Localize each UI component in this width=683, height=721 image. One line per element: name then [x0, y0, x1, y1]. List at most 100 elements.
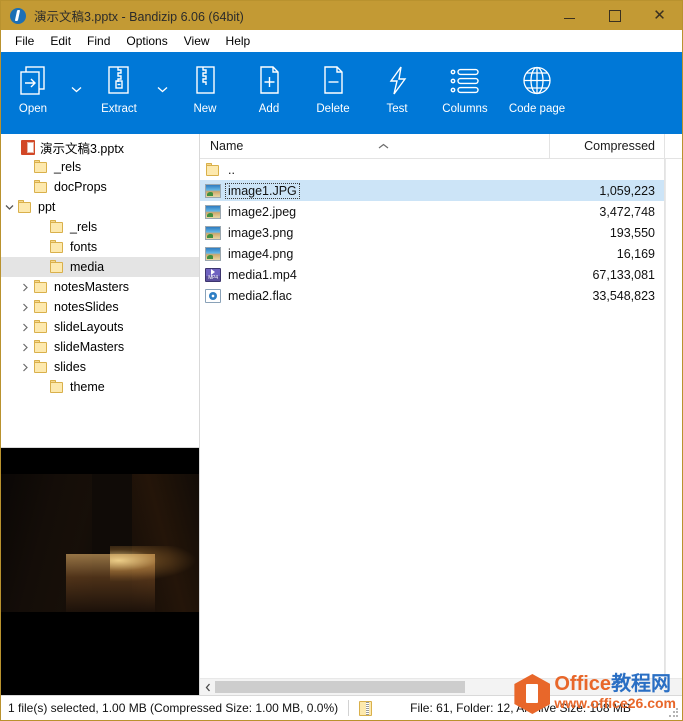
main-toolbar: Open Extract — [1, 52, 682, 134]
file-list-panel: Name Compressed .. — [200, 134, 682, 695]
file-list-vertical-scrollbar[interactable] — [665, 159, 682, 678]
delete-file-icon — [316, 61, 350, 101]
table-row[interactable]: image4.png 16,169 — [200, 243, 664, 264]
tree-item-media[interactable]: media — [1, 257, 199, 277]
tree-item-label: slideLayouts — [54, 320, 124, 334]
tree-item-docprops[interactable]: docProps — [1, 177, 199, 197]
toolbar-codepage-button[interactable]: Code page — [501, 56, 573, 115]
column-header-name[interactable]: Name — [200, 134, 550, 158]
tree-item-notesmasters[interactable]: notesMasters — [1, 277, 199, 297]
chevron-right-icon[interactable] — [17, 297, 33, 317]
chevron-right-icon[interactable] — [17, 277, 33, 297]
file-list-horizontal-scrollbar[interactable] — [200, 678, 682, 695]
tree-root-arrow — [1, 137, 17, 157]
menu-edit[interactable]: Edit — [42, 32, 79, 50]
resize-grip[interactable] — [668, 707, 679, 718]
menu-file[interactable]: File — [7, 32, 42, 50]
tree-item-slides[interactable]: slides — [1, 357, 199, 377]
table-row[interactable]: image1.JPG 1,059,223 — [200, 180, 664, 201]
status-separator — [348, 700, 349, 716]
window-title: 演示文稿3.pptx - Bandizip 6.06 (64bit) — [34, 6, 244, 25]
tree-item-slidemasters[interactable]: slideMasters — [1, 337, 199, 357]
tree-item-ppt[interactable]: ppt — [1, 197, 199, 217]
chevron-right-icon[interactable] — [17, 337, 33, 357]
menu-view[interactable]: View — [176, 32, 218, 50]
test-lightning-icon — [380, 61, 414, 101]
chevron-down-icon[interactable] — [1, 197, 17, 217]
table-row[interactable]: image3.png 193,550 — [200, 222, 664, 243]
folder-icon — [33, 320, 49, 334]
folder-icon — [49, 260, 65, 274]
toolbar-extract-label: Extract — [101, 103, 137, 115]
chevron-right-icon[interactable] — [17, 357, 33, 377]
tree-arrow-placeholder — [33, 377, 49, 397]
tree-arrow-placeholder — [33, 257, 49, 277]
maximize-icon — [609, 10, 621, 22]
file-name-cell: MP4 media1.mp4 — [200, 268, 549, 282]
scroll-left-icon[interactable] — [200, 679, 215, 695]
toolbar-delete-button[interactable]: Delete — [301, 56, 365, 115]
minimize-button[interactable] — [547, 1, 592, 30]
tree-item-theme[interactable]: theme — [1, 377, 199, 397]
file-name-label: image4.png — [226, 247, 295, 261]
preview-sunray — [110, 546, 197, 582]
file-size-cell: 16,169 — [549, 247, 664, 261]
archive-icon — [359, 701, 372, 716]
file-list-body: .. image1.JPG 1,059,223 — [200, 159, 682, 678]
toolbar-open-button[interactable]: Open — [1, 56, 65, 115]
table-row[interactable]: .. — [200, 159, 664, 180]
globe-icon — [519, 61, 555, 101]
tree-arrow-placeholder — [33, 217, 49, 237]
folder-icon — [17, 200, 33, 214]
folder-tree[interactable]: 演示文稿3.pptx _rels docProps — [1, 134, 200, 448]
folder-icon — [49, 240, 65, 254]
tree-item-fonts[interactable]: fonts — [1, 237, 199, 257]
menu-options[interactable]: Options — [118, 32, 175, 50]
column-header-compressed[interactable]: Compressed — [550, 134, 665, 158]
folder-icon — [49, 220, 65, 234]
file-name-label: image1.JPG — [226, 184, 299, 198]
title-bar: 演示文稿3.pptx - Bandizip 6.06 (64bit) ✕ — [1, 1, 682, 30]
toolbar-add-button[interactable]: Add — [237, 56, 301, 115]
chevron-right-icon[interactable] — [17, 317, 33, 337]
main-body: 演示文稿3.pptx _rels docProps — [1, 134, 682, 695]
folder-icon — [33, 280, 49, 294]
toolbar-columns-label: Columns — [442, 103, 487, 115]
menu-help[interactable]: Help — [218, 32, 259, 50]
toolbar-extract-button[interactable]: Extract — [87, 56, 151, 115]
file-size-cell: 193,550 — [549, 226, 664, 240]
toolbar-new-label: New — [193, 103, 216, 115]
tree-arrow-placeholder — [33, 237, 49, 257]
file-name-cell: image3.png — [200, 226, 549, 240]
file-name-label: .. — [226, 163, 237, 177]
toolbar-columns-button[interactable]: Columns — [429, 56, 501, 115]
close-button[interactable]: ✕ — [637, 1, 682, 30]
status-selection-text: 1 file(s) selected, 1.00 MB (Compressed … — [1, 701, 338, 715]
toolbar-new-button[interactable]: New — [173, 56, 237, 115]
tree-item-notesslides[interactable]: notesSlides — [1, 297, 199, 317]
hscroll-track[interactable] — [215, 679, 682, 695]
image-file-icon — [205, 226, 221, 240]
toolbar-extract-dropdown[interactable] — [151, 56, 173, 118]
status-archive-info: File: 61, Folder: 12, Archive Size: 108 … — [410, 701, 631, 715]
tree-item-slidelayouts[interactable]: slideLayouts — [1, 317, 199, 337]
column-header-compressed-label: Compressed — [584, 139, 655, 153]
folder-icon — [33, 180, 49, 194]
file-name-label: media1.mp4 — [226, 268, 299, 282]
tree-item-rels-2[interactable]: _rels — [1, 217, 199, 237]
hscroll-thumb[interactable] — [215, 681, 465, 693]
maximize-button[interactable] — [592, 1, 637, 30]
table-row[interactable]: media2.flac 33,548,823 — [200, 285, 664, 306]
table-row[interactable]: image2.jpeg 3,472,748 — [200, 201, 664, 222]
file-list-header: Name Compressed — [200, 134, 682, 159]
tree-root-item[interactable]: 演示文稿3.pptx — [1, 137, 199, 157]
file-name-cell: media2.flac — [200, 289, 549, 303]
tree-item-rels-1[interactable]: _rels — [1, 157, 199, 177]
menu-find[interactable]: Find — [79, 32, 118, 50]
toolbar-test-button[interactable]: Test — [365, 56, 429, 115]
toolbar-open-dropdown[interactable] — [65, 56, 87, 118]
tree-item-label: _rels — [54, 160, 81, 174]
toolbar-add-label: Add — [259, 103, 279, 115]
bandizip-icon — [10, 8, 26, 24]
table-row[interactable]: MP4 media1.mp4 67,133,081 — [200, 264, 664, 285]
